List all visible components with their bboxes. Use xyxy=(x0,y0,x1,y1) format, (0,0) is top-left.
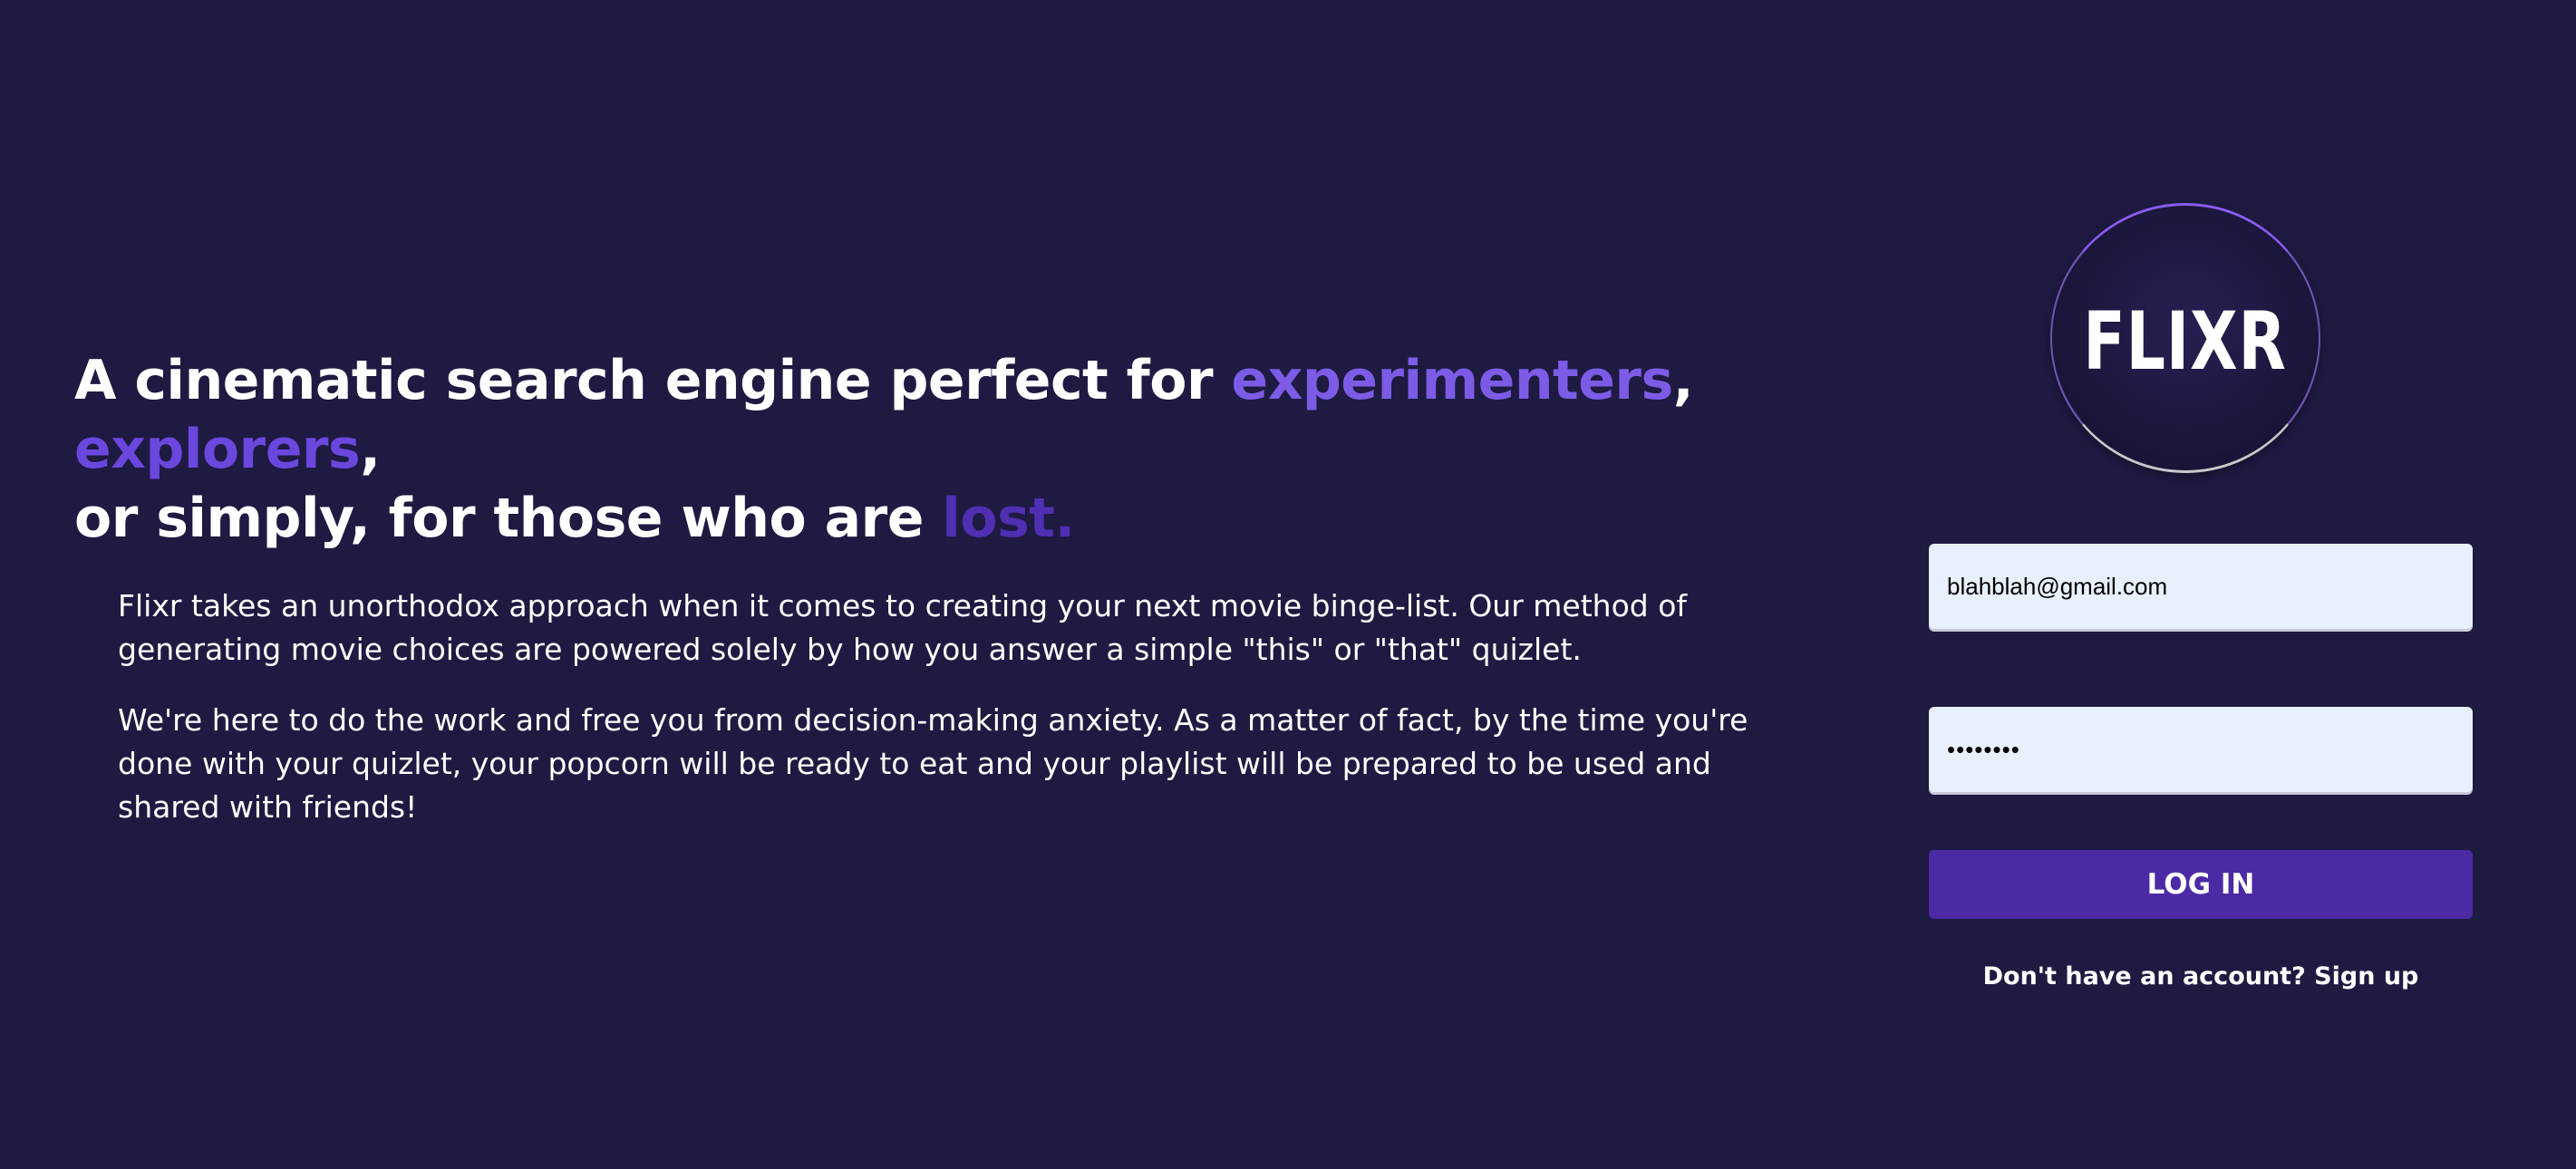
password-input[interactable] xyxy=(1929,707,2473,792)
signup-link[interactable]: Sign up xyxy=(2314,962,2418,990)
highlight-experimenters: experimenters xyxy=(1231,349,1673,412)
login-button[interactable]: LOG IN xyxy=(1929,850,2473,919)
flixr-logo: FLIXR xyxy=(2050,203,2320,473)
signup-prompt: Don't have an account? Sign up xyxy=(1929,962,2473,990)
headline-text-2: or simply, for those who are xyxy=(74,487,943,550)
signup-prompt-text: Don't have an account? xyxy=(1982,962,2306,990)
login-panel: FLIXR LOG IN Don't have an account? Sign… xyxy=(1929,0,2474,1169)
hero-section: A cinematic search engine perfect for ex… xyxy=(74,346,1815,553)
headline-separator-2: , xyxy=(360,418,381,481)
logo-text: FLIXR xyxy=(2083,294,2288,388)
highlight-explorers: explorers xyxy=(74,418,361,481)
hero-headline: A cinematic search engine perfect for ex… xyxy=(74,346,1815,553)
highlight-lost: lost. xyxy=(942,487,1075,550)
headline-text-1: A cinematic search engine perfect for xyxy=(74,349,1232,412)
email-input[interactable] xyxy=(1929,544,2473,629)
headline-separator-1: , xyxy=(1672,349,1694,412)
description-paragraph-2: We're here to do the work and free you f… xyxy=(118,702,1748,825)
description-paragraph-1: Flixr takes an unorthodox approach when … xyxy=(118,588,1688,667)
description-section: Flixr takes an unorthodox approach when … xyxy=(118,584,1822,856)
